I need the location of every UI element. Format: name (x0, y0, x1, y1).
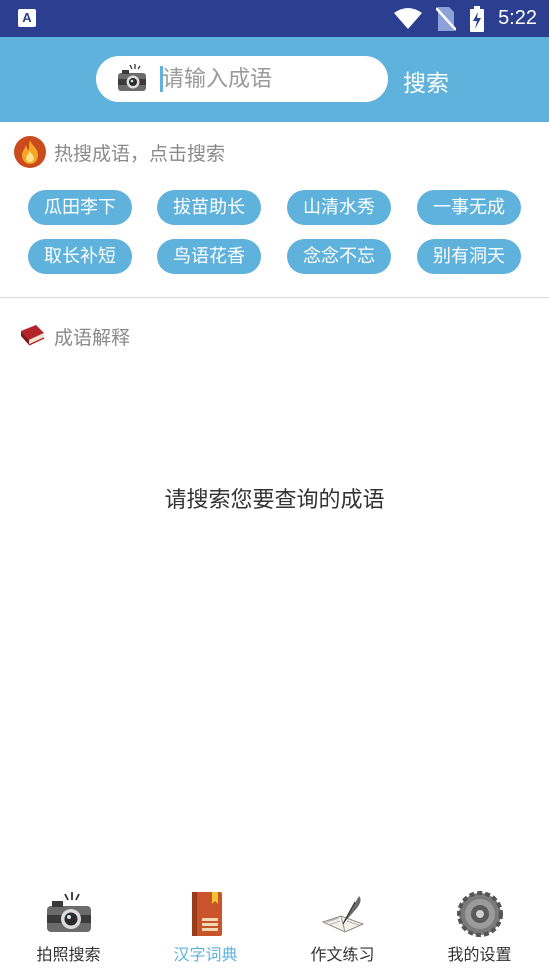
wifi-icon (394, 7, 423, 29)
camera-icon[interactable] (116, 63, 148, 95)
idiom-tag[interactable]: 山清水秀 (287, 190, 391, 225)
book-icon (21, 325, 45, 346)
idiom-tag[interactable]: 别有洞天 (417, 239, 521, 274)
quill-pen-icon (321, 896, 364, 933)
hot-search-title: 热搜成语，点击搜索 (54, 142, 226, 165)
nav-label: 作文练习 (310, 945, 375, 964)
idiom-tag[interactable]: 瓜田李下 (28, 190, 132, 225)
explanation-title: 成语解释 (54, 326, 131, 349)
bottom-nav: 拍照搜索 汉字词典 作文练习 我的设置 (0, 880, 549, 976)
search-header: 搜索 (0, 37, 549, 122)
idiom-tag[interactable]: 一事无成 (417, 190, 521, 225)
fire-icon (14, 136, 46, 168)
nav-label: 我的设置 (447, 945, 512, 964)
nav-settings[interactable]: 我的设置 (411, 880, 548, 976)
hot-search-header: 热搜成语，点击搜索 (14, 136, 225, 168)
battery-charging-icon (470, 5, 485, 32)
idiom-tag[interactable]: 取长补短 (28, 239, 132, 274)
nav-photo-search[interactable]: 拍照搜索 (0, 880, 137, 976)
status-bar: A 5:22 (0, 0, 549, 37)
search-input[interactable] (162, 62, 372, 96)
status-time: 5:22 (498, 7, 537, 29)
nav-dictionary[interactable]: 汉字词典 (137, 880, 274, 976)
section-divider (0, 297, 549, 298)
empty-state-hint: 请搜索您要查询的成语 (164, 488, 385, 513)
dictionary-icon (191, 892, 222, 936)
nav-composition[interactable]: 作文练习 (274, 880, 411, 976)
gear-icon (456, 891, 503, 937)
app-notification-icon: A (18, 9, 36, 27)
camera-icon (46, 892, 91, 932)
search-button[interactable]: 搜索 (403, 64, 449, 97)
idiom-tag[interactable]: 念念不忘 (287, 239, 391, 274)
idiom-tag[interactable]: 拔苗助长 (157, 190, 261, 225)
search-box[interactable] (96, 56, 388, 102)
nav-label: 汉字词典 (173, 945, 238, 964)
explanation-header: 成语解释 (18, 320, 130, 352)
idiom-tag[interactable]: 鸟语花香 (157, 239, 261, 274)
nav-label: 拍照搜索 (36, 945, 101, 964)
no-sim-icon (436, 6, 457, 31)
